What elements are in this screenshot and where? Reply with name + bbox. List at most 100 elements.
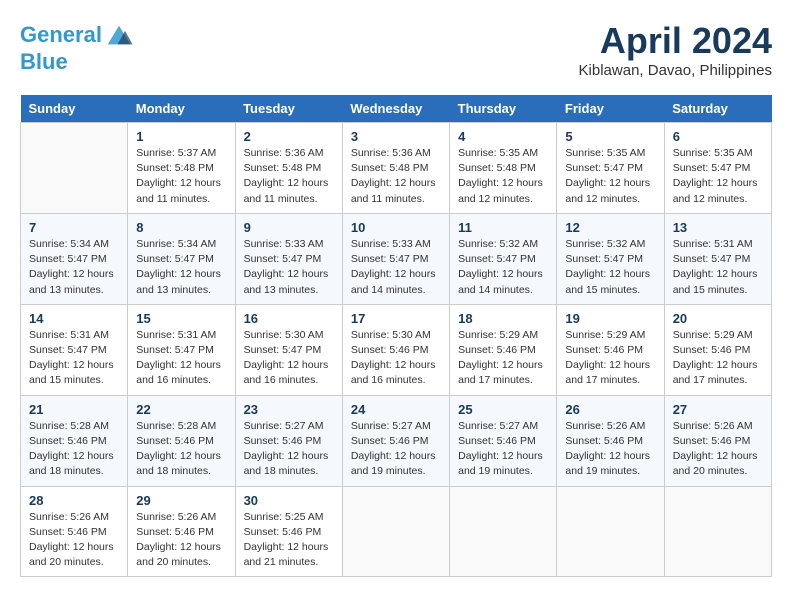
calendar-cell: 14 Sunrise: 5:31 AM Sunset: 5:47 PM Dayli… bbox=[21, 304, 128, 395]
calendar-cell bbox=[450, 486, 557, 577]
calendar-cell: 29Sunrise: 5:26 AM Sunset: 5:46 PM Dayli… bbox=[128, 486, 235, 577]
day-info: Sunrise: 5:35 AM Sunset: 5:47 PM Dayligh… bbox=[673, 146, 763, 207]
col-header-sunday: Sunday bbox=[21, 95, 128, 123]
col-header-thursday: Thursday bbox=[450, 95, 557, 123]
day-number: 5 bbox=[565, 129, 655, 144]
calendar-week-row: 1Sunrise: 5:37 AM Sunset: 5:48 PM Daylig… bbox=[21, 123, 772, 214]
day-info: Sunrise: 5:31 AM Sunset: 5:47 PM Dayligh… bbox=[29, 328, 119, 389]
day-info: Sunrise: 5:26 AM Sunset: 5:46 PM Dayligh… bbox=[565, 419, 655, 480]
calendar-cell bbox=[21, 123, 128, 214]
day-info: Sunrise: 5:35 AM Sunset: 5:47 PM Dayligh… bbox=[565, 146, 655, 207]
calendar-cell: 16Sunrise: 5:30 AM Sunset: 5:47 PM Dayli… bbox=[235, 304, 342, 395]
calendar-cell: 30 Sunrise: 5:25 AM Sunset: 5:46 PM Dayli… bbox=[235, 486, 342, 577]
calendar-cell: 7 Sunrise: 5:34 AM Sunset: 5:47 PM Daylig… bbox=[21, 213, 128, 304]
calendar-cell: 27Sunrise: 5:26 AM Sunset: 5:46 PM Dayli… bbox=[664, 395, 771, 486]
calendar-cell: 2Sunrise: 5:36 AM Sunset: 5:48 PM Daylig… bbox=[235, 123, 342, 214]
day-number: 25 bbox=[458, 402, 548, 417]
day-number: 21 bbox=[29, 402, 119, 417]
day-number: 9 bbox=[244, 220, 334, 235]
day-number: 19 bbox=[565, 311, 655, 326]
month-title: April 2024 bbox=[579, 20, 772, 62]
calendar-cell: 13 Sunrise: 5:31 AM Sunset: 5:47 PM Dayli… bbox=[664, 213, 771, 304]
day-number: 22 bbox=[136, 402, 226, 417]
day-number: 2 bbox=[244, 129, 334, 144]
col-header-saturday: Saturday bbox=[664, 95, 771, 123]
day-number: 24 bbox=[351, 402, 441, 417]
day-number: 26 bbox=[565, 402, 655, 417]
day-number: 4 bbox=[458, 129, 548, 144]
calendar-cell: 3 Sunrise: 5:36 AM Sunset: 5:48 PM Daylig… bbox=[342, 123, 449, 214]
calendar-week-row: 7 Sunrise: 5:34 AM Sunset: 5:47 PM Daylig… bbox=[21, 213, 772, 304]
logo-text: General bbox=[20, 23, 102, 47]
day-info: Sunrise: 5:29 AM Sunset: 5:46 PM Dayligh… bbox=[565, 328, 655, 389]
day-number: 10 bbox=[351, 220, 441, 235]
calendar-cell: 26 Sunrise: 5:26 AM Sunset: 5:46 PM Dayli… bbox=[557, 395, 664, 486]
day-number: 13 bbox=[673, 220, 763, 235]
day-info: Sunrise: 5:34 AM Sunset: 5:47 PM Dayligh… bbox=[136, 237, 226, 298]
calendar-cell: 5 Sunrise: 5:35 AM Sunset: 5:47 PM Daylig… bbox=[557, 123, 664, 214]
calendar-cell bbox=[664, 486, 771, 577]
day-number: 3 bbox=[351, 129, 441, 144]
day-number: 27 bbox=[673, 402, 763, 417]
calendar-cell: 4 Sunrise: 5:35 AM Sunset: 5:48 PM Daylig… bbox=[450, 123, 557, 214]
calendar-cell bbox=[557, 486, 664, 577]
col-header-tuesday: Tuesday bbox=[235, 95, 342, 123]
col-header-friday: Friday bbox=[557, 95, 664, 123]
calendar-cell: 15 Sunrise: 5:31 AM Sunset: 5:47 PM Dayli… bbox=[128, 304, 235, 395]
calendar-cell: 28Sunrise: 5:26 AM Sunset: 5:46 PM Dayli… bbox=[21, 486, 128, 577]
calendar-header-row: SundayMondayTuesdayWednesdayThursdayFrid… bbox=[21, 95, 772, 123]
day-info: Sunrise: 5:32 AM Sunset: 5:47 PM Dayligh… bbox=[565, 237, 655, 298]
day-number: 11 bbox=[458, 220, 548, 235]
day-info: Sunrise: 5:28 AM Sunset: 5:46 PM Dayligh… bbox=[29, 419, 119, 480]
calendar-week-row: 21 Sunrise: 5:28 AM Sunset: 5:46 PM Dayli… bbox=[21, 395, 772, 486]
location: Kiblawan, Davao, Philippines bbox=[579, 62, 772, 79]
title-block: April 2024 Kiblawan, Davao, Philippines bbox=[579, 20, 772, 79]
day-number: 20 bbox=[673, 311, 763, 326]
day-number: 30 bbox=[244, 493, 334, 508]
page-header: General Blue April 2024 Kiblawan, Davao,… bbox=[20, 20, 772, 79]
col-header-monday: Monday bbox=[128, 95, 235, 123]
day-number: 15 bbox=[136, 311, 226, 326]
calendar-cell: 23 Sunrise: 5:27 AM Sunset: 5:46 PM Dayli… bbox=[235, 395, 342, 486]
day-number: 14 bbox=[29, 311, 119, 326]
calendar-cell: 18Sunrise: 5:29 AM Sunset: 5:46 PM Dayli… bbox=[450, 304, 557, 395]
day-number: 29 bbox=[136, 493, 226, 508]
day-info: Sunrise: 5:31 AM Sunset: 5:47 PM Dayligh… bbox=[136, 328, 226, 389]
day-info: Sunrise: 5:28 AM Sunset: 5:46 PM Dayligh… bbox=[136, 419, 226, 480]
calendar-cell: 9 Sunrise: 5:33 AM Sunset: 5:47 PM Daylig… bbox=[235, 213, 342, 304]
day-info: Sunrise: 5:35 AM Sunset: 5:48 PM Dayligh… bbox=[458, 146, 548, 207]
calendar-cell: 22 Sunrise: 5:28 AM Sunset: 5:46 PM Dayli… bbox=[128, 395, 235, 486]
logo: General Blue bbox=[20, 20, 134, 74]
day-number: 7 bbox=[29, 220, 119, 235]
calendar-cell: 25 Sunrise: 5:27 AM Sunset: 5:46 PM Dayli… bbox=[450, 395, 557, 486]
calendar-week-row: 14 Sunrise: 5:31 AM Sunset: 5:47 PM Dayli… bbox=[21, 304, 772, 395]
calendar-body: 1Sunrise: 5:37 AM Sunset: 5:48 PM Daylig… bbox=[21, 123, 772, 577]
col-header-wednesday: Wednesday bbox=[342, 95, 449, 123]
calendar-cell: 6 Sunrise: 5:35 AM Sunset: 5:47 PM Daylig… bbox=[664, 123, 771, 214]
day-number: 8 bbox=[136, 220, 226, 235]
calendar-cell: 8 Sunrise: 5:34 AM Sunset: 5:47 PM Daylig… bbox=[128, 213, 235, 304]
day-number: 23 bbox=[244, 402, 334, 417]
calendar-cell: 21 Sunrise: 5:28 AM Sunset: 5:46 PM Dayli… bbox=[21, 395, 128, 486]
day-info: Sunrise: 5:25 AM Sunset: 5:46 PM Dayligh… bbox=[244, 510, 334, 571]
day-info: Sunrise: 5:30 AM Sunset: 5:46 PM Dayligh… bbox=[351, 328, 441, 389]
day-number: 28 bbox=[29, 493, 119, 508]
day-number: 16 bbox=[244, 311, 334, 326]
calendar-cell: 19 Sunrise: 5:29 AM Sunset: 5:46 PM Dayli… bbox=[557, 304, 664, 395]
day-info: Sunrise: 5:29 AM Sunset: 5:46 PM Dayligh… bbox=[458, 328, 548, 389]
day-number: 1 bbox=[136, 129, 226, 144]
day-info: Sunrise: 5:27 AM Sunset: 5:46 PM Dayligh… bbox=[458, 419, 548, 480]
day-info: Sunrise: 5:33 AM Sunset: 5:47 PM Dayligh… bbox=[244, 237, 334, 298]
calendar-cell: 17Sunrise: 5:30 AM Sunset: 5:46 PM Dayli… bbox=[342, 304, 449, 395]
day-info: Sunrise: 5:27 AM Sunset: 5:46 PM Dayligh… bbox=[244, 419, 334, 480]
day-number: 6 bbox=[673, 129, 763, 144]
day-info: Sunrise: 5:34 AM Sunset: 5:47 PM Dayligh… bbox=[29, 237, 119, 298]
day-number: 12 bbox=[565, 220, 655, 235]
day-info: Sunrise: 5:29 AM Sunset: 5:46 PM Dayligh… bbox=[673, 328, 763, 389]
day-info: Sunrise: 5:33 AM Sunset: 5:47 PM Dayligh… bbox=[351, 237, 441, 298]
calendar-cell: 12 Sunrise: 5:32 AM Sunset: 5:47 PM Dayli… bbox=[557, 213, 664, 304]
day-info: Sunrise: 5:36 AM Sunset: 5:48 PM Dayligh… bbox=[351, 146, 441, 207]
day-info: Sunrise: 5:31 AM Sunset: 5:47 PM Dayligh… bbox=[673, 237, 763, 298]
calendar-cell bbox=[342, 486, 449, 577]
calendar-cell: 24Sunrise: 5:27 AM Sunset: 5:46 PM Dayli… bbox=[342, 395, 449, 486]
